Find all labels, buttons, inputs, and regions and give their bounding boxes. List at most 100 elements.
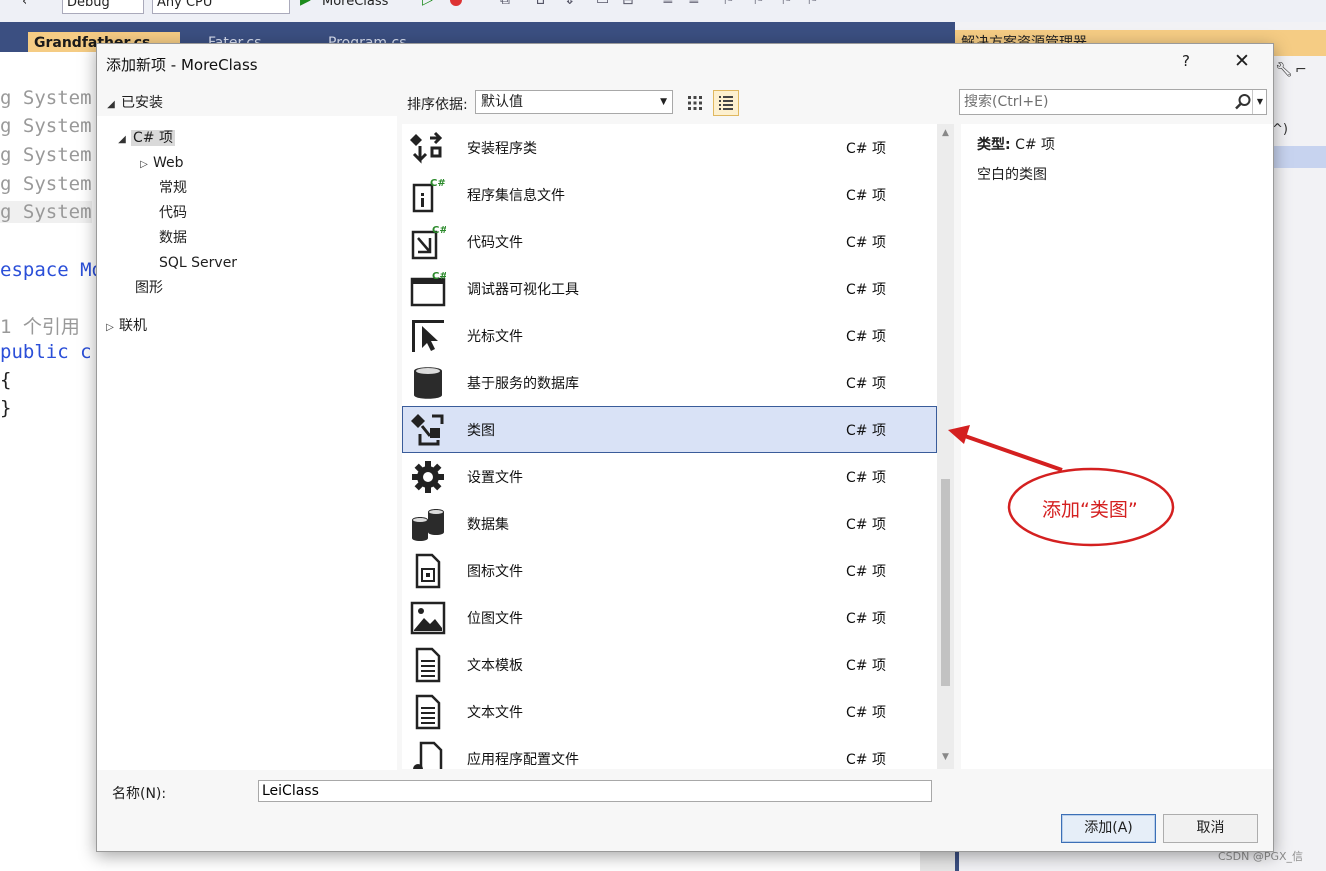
installed-header[interactable]: ◢ 已安装 — [97, 90, 397, 116]
pin-icon[interactable]: ⌐ — [1295, 62, 1307, 78]
text-template-icon — [415, 647, 441, 683]
item-type: C# 项 — [846, 188, 886, 204]
list-item[interactable]: 图标文件 C# 项 — [402, 547, 937, 594]
grid-view-icon — [688, 96, 702, 110]
list-item-selected[interactable]: 类图 C# 项 — [402, 406, 937, 453]
toolbar-align-icon[interactable]: ≡ — [662, 0, 674, 8]
help-button[interactable]: ? — [1175, 52, 1197, 74]
toolbar-step-icon[interactable]: ⇕ — [564, 0, 576, 8]
sort-dropdown[interactable]: 默认值 ▼ — [475, 90, 673, 114]
back-icon[interactable]: ‹ — [22, 0, 27, 9]
code-line: g System — [0, 173, 92, 195]
item-type: C# 项 — [846, 235, 886, 251]
name-label: 名称(N): — [112, 786, 167, 802]
solution-explorer-selected-row[interactable] — [1272, 146, 1326, 168]
code-file-icon: C# — [411, 225, 446, 260]
class-diagram-icon — [411, 414, 444, 446]
tree-item-code[interactable]: 代码 — [159, 201, 187, 225]
list-item[interactable]: 数据集 C# 项 — [402, 500, 937, 547]
tree-item-online[interactable]: ▷ 联机 — [101, 314, 147, 338]
list-item[interactable]: C# 代码文件 C# 项 — [402, 218, 937, 265]
search-options-chevron-icon[interactable]: ▼ — [1252, 90, 1267, 114]
tree-item-csharp[interactable]: ◢ C# 项 — [113, 126, 175, 150]
database-icon — [414, 367, 442, 399]
tree-item-data[interactable]: 数据 — [159, 226, 187, 250]
tree-item-sql-server[interactable]: SQL Server — [159, 251, 237, 275]
list-item[interactable]: 应用程序配置文件 C# 项 — [402, 735, 937, 769]
tree-item-graphics[interactable]: 图形 — [135, 276, 163, 300]
assembly-info-icon: C# — [412, 178, 446, 213]
tree-item-web[interactable]: ▷ Web — [135, 151, 183, 177]
bookmark-prev-icon[interactable]: ⚐ — [752, 0, 765, 8]
toolbar-tool-icon[interactable]: ⧉ — [500, 0, 510, 8]
list-item[interactable]: 基于服务的数据库 C# 项 — [402, 359, 937, 406]
item-type: C# 项 — [846, 705, 886, 721]
list-item[interactable]: 光标文件 C# 项 — [402, 312, 937, 359]
toolbar-split-icon[interactable]: ⊟ — [622, 0, 634, 8]
scroll-down-arrow-icon[interactable]: ▼ — [937, 752, 954, 764]
sort-label: 排序依据: — [407, 97, 468, 113]
bookmark-clear-icon[interactable]: ⚐ — [806, 0, 819, 8]
start-target-label[interactable]: MoreClass — [322, 0, 388, 9]
start-without-debug-icon[interactable]: ▷ — [422, 0, 433, 8]
list-item[interactable]: 文本模板 C# 项 — [402, 641, 937, 688]
list-item[interactable]: 文本文件 C# 项 — [402, 688, 937, 735]
annotation-arrowhead — [948, 425, 970, 444]
item-name: 类图 — [467, 423, 495, 439]
list-item[interactable]: C# 调试器可视化工具 C# 项 — [402, 265, 937, 312]
bookmark-icon[interactable]: ⚐ — [722, 0, 735, 8]
add-button[interactable]: 添加(A) — [1061, 814, 1156, 843]
expand-triangle-icon[interactable]: ▷ — [135, 153, 153, 177]
svg-text:C#: C# — [432, 225, 446, 236]
collapse-triangle-icon[interactable]: ◢ — [113, 128, 131, 152]
code-lens[interactable]: 1 个引用 — [0, 312, 80, 339]
item-type: C# 项 — [846, 517, 886, 533]
tree-item-label: 常规 — [159, 180, 187, 196]
editor-scrollbar[interactable] — [920, 852, 955, 871]
search-icon[interactable] — [1234, 93, 1252, 111]
item-type: C# 项 — [846, 282, 886, 298]
scroll-up-arrow-icon[interactable]: ▲ — [937, 128, 954, 140]
name-input[interactable] — [258, 780, 932, 802]
item-name: 位图文件 — [467, 611, 523, 627]
list-view-button[interactable] — [713, 90, 739, 116]
record-icon[interactable] — [450, 0, 462, 6]
search-box[interactable]: ▼ — [959, 89, 1267, 115]
wrench-icon[interactable]: 🔧︎ — [1275, 62, 1293, 78]
list-item[interactable]: C# 程序集信息文件 C# 项 — [402, 171, 937, 218]
code-line: g System — [0, 201, 92, 223]
ide-toolbar: ‹ Debug Any CPU ▶ MoreClass ▷ ⧉ ⌂ ⇕ ▭ ⊟ … — [0, 0, 1326, 23]
installer-class-icon — [410, 131, 443, 164]
tree-item-general[interactable]: 常规 — [159, 176, 187, 200]
item-type: C# 项 — [846, 564, 886, 580]
bookmark-next-icon[interactable]: ⚐ — [780, 0, 793, 8]
start-icon[interactable]: ▶ — [300, 0, 311, 8]
cancel-button[interactable]: 取消 — [1163, 814, 1258, 843]
platform-dropdown[interactable]: Any CPU — [152, 0, 290, 14]
tree-item-label: 联机 — [119, 318, 147, 334]
code-line: public c — [0, 341, 92, 363]
close-button[interactable]: ✕ — [1231, 50, 1253, 74]
type-label: 类型: — [977, 137, 1011, 153]
settings-gear-icon — [412, 461, 444, 493]
item-name: 文本模板 — [467, 658, 523, 674]
list-item[interactable]: 位图文件 C# 项 — [402, 594, 937, 641]
toolbar-home-icon[interactable]: ⌂ — [536, 0, 545, 8]
collapse-triangle-icon[interactable]: ◢ — [101, 92, 121, 118]
list-item[interactable]: 设置文件 C# 项 — [402, 453, 937, 500]
installed-label: 已安装 — [121, 95, 163, 111]
toolbar-window-icon[interactable]: ▭ — [596, 0, 609, 8]
search-input[interactable] — [962, 91, 1234, 113]
expand-triangle-icon[interactable]: ▷ — [101, 316, 119, 340]
config-dropdown[interactable]: Debug — [62, 0, 144, 14]
toolbar-indent-icon[interactable]: ≡ — [688, 0, 700, 8]
grid-view-button[interactable] — [682, 90, 708, 116]
code-line: espace Mo — [0, 259, 103, 281]
text-file-icon — [415, 694, 441, 730]
item-name: 文本文件 — [467, 705, 523, 721]
list-view-icon — [719, 96, 733, 110]
list-item[interactable]: 安装程序类 C# 项 — [402, 124, 937, 171]
item-description: 空白的类图 — [977, 167, 1047, 183]
item-type: C# 项 — [846, 141, 886, 157]
item-type: C# 项 — [846, 611, 886, 627]
